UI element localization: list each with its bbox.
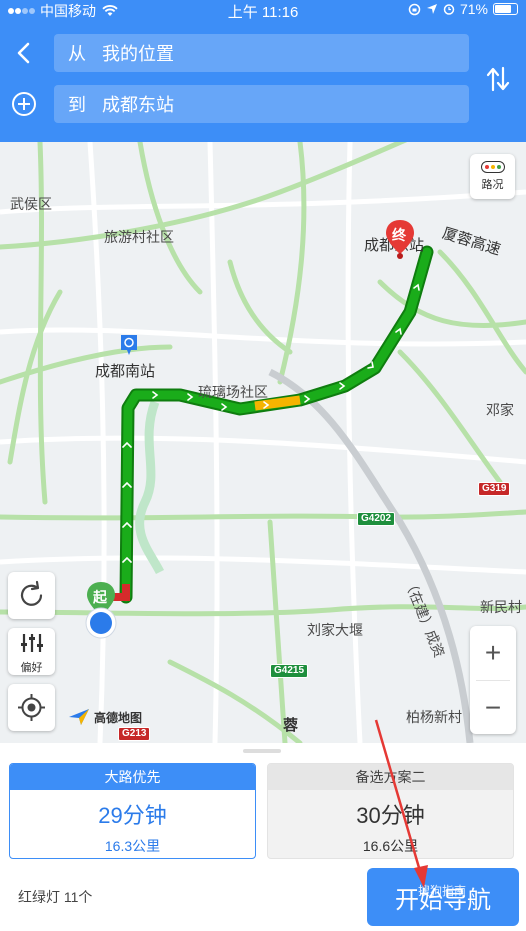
preference-button[interactable]: 偏好 (8, 628, 55, 675)
place-label: 武侯区 (10, 196, 52, 212)
place-label: 蓉 (283, 717, 299, 734)
route-time: 29分钟 (98, 803, 167, 828)
traffic-label: 路况 (481, 179, 504, 191)
origin-value: 我的位置 (102, 44, 174, 64)
annotation-arrow (374, 719, 428, 888)
destination-value: 成都东站 (102, 95, 174, 115)
end-marker-label: 终 (392, 227, 406, 243)
amap-logo-icon (69, 709, 89, 725)
back-button[interactable] (10, 38, 38, 68)
highway-shield: G213 (118, 727, 151, 741)
route-panel: 大路优先 29分钟 16.3公里 备选方案二 30分钟 16.6公里 红绿灯 1… (0, 719, 526, 931)
destination-prefix: 到 (68, 95, 86, 115)
rotation-lock-icon (408, 3, 421, 15)
place-label: 琉璃场社区 (198, 384, 268, 400)
place-label: 新民村 (480, 599, 522, 615)
route-title: 大路优先 (10, 764, 255, 790)
start-marker-label: 起 (93, 589, 107, 605)
place-label: 邓家 (486, 402, 514, 418)
preference-label: 偏好 (20, 662, 43, 674)
highway-shield: G4215 (270, 664, 309, 678)
location-dot-icon (85, 607, 117, 639)
add-waypoint-button[interactable] (10, 90, 38, 118)
swap-button[interactable] (484, 62, 512, 96)
plus-circle-icon (12, 92, 36, 116)
origin-field[interactable]: 从 我的位置 (54, 34, 469, 72)
amap-logo-text: 高德地图 (94, 710, 143, 725)
status-bar: 中国移动 上午 11:16 71% (0, 0, 526, 22)
place-label: 成都南站 (95, 363, 156, 380)
route-distance: 16.3公里 (104, 838, 161, 854)
location-arrow-icon (426, 4, 437, 14)
plus-icon: + (484, 637, 502, 668)
chevron-left-icon (17, 42, 30, 64)
highway-shield: G4202 (357, 512, 396, 526)
amap-logo: 高德地图 (68, 708, 142, 726)
refresh-button[interactable] (8, 572, 55, 619)
alarm-icon (443, 4, 455, 15)
crosshair-icon (18, 694, 45, 721)
locate-button[interactable] (8, 684, 55, 731)
zoom-in-button[interactable]: + (470, 626, 516, 680)
battery-percent: 71% (459, 1, 488, 17)
destination-field[interactable]: 到 成都东站 (54, 85, 469, 123)
traffic-light-icon (480, 161, 505, 173)
zoom-out-button[interactable]: − (470, 681, 516, 735)
swap-arrows-icon (486, 66, 510, 92)
route-option-1[interactable]: 大路优先 29分钟 16.3公里 (9, 763, 256, 859)
place-label: 旅游村社区 (104, 229, 174, 245)
sliders-icon (20, 634, 43, 652)
origin-prefix: 从 (68, 44, 86, 64)
battery-icon (493, 3, 518, 15)
train-station-icon (121, 335, 137, 355)
highway-shield: G319 (478, 482, 511, 496)
zoom-control: + − (470, 626, 516, 734)
refresh-icon (20, 580, 43, 606)
map-view[interactable]: 武侯区 旅游村社区 成都东站 厦蓉高速 成都南站 琉璃场社区 邓家 新民村 刘家… (0, 142, 526, 743)
traffic-light-count: 红绿灯 11个 (18, 889, 93, 905)
traffic-toggle-button[interactable]: 路况 (470, 154, 515, 199)
route-header: 中国移动 上午 11:16 71% 从 我的位置 到 成都东站 (0, 0, 526, 142)
drag-handle[interactable] (243, 749, 281, 753)
place-label: 刘家大堰 (307, 622, 363, 638)
minus-icon: − (484, 692, 502, 723)
